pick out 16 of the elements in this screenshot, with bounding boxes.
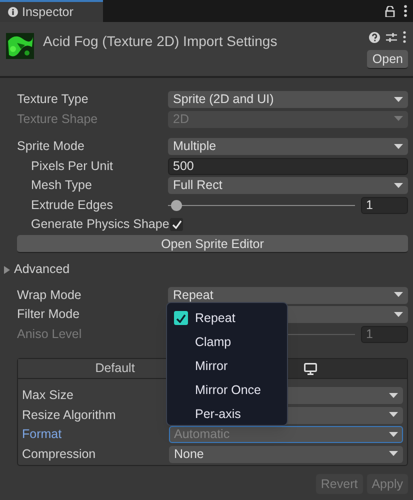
field-label: Texture Shape bbox=[17, 110, 99, 128]
field-label: Mesh Type bbox=[31, 177, 93, 194]
field-label: Aniso Level bbox=[17, 326, 83, 343]
field-label: Pixels Per Unit bbox=[31, 158, 114, 175]
field-label: Max Size bbox=[22, 387, 74, 404]
field-label: Filter Mode bbox=[17, 306, 81, 324]
field-label: Sprite Mode bbox=[17, 138, 86, 156]
number-field: 1 bbox=[361, 326, 408, 343]
field-label: Generate Physics Shape bbox=[31, 216, 170, 234]
field-label: Wrap Mode bbox=[17, 286, 82, 304]
field-label: Extrude Edges bbox=[31, 196, 114, 214]
field-label: Format bbox=[22, 426, 63, 444]
field-label: Texture Type bbox=[17, 91, 90, 108]
field-label: Compression bbox=[22, 446, 97, 463]
field-label: Resize Algorithm bbox=[22, 406, 117, 424]
inspector-title: Acid Fog (Texture 2D) Import Settings bbox=[43, 32, 278, 51]
